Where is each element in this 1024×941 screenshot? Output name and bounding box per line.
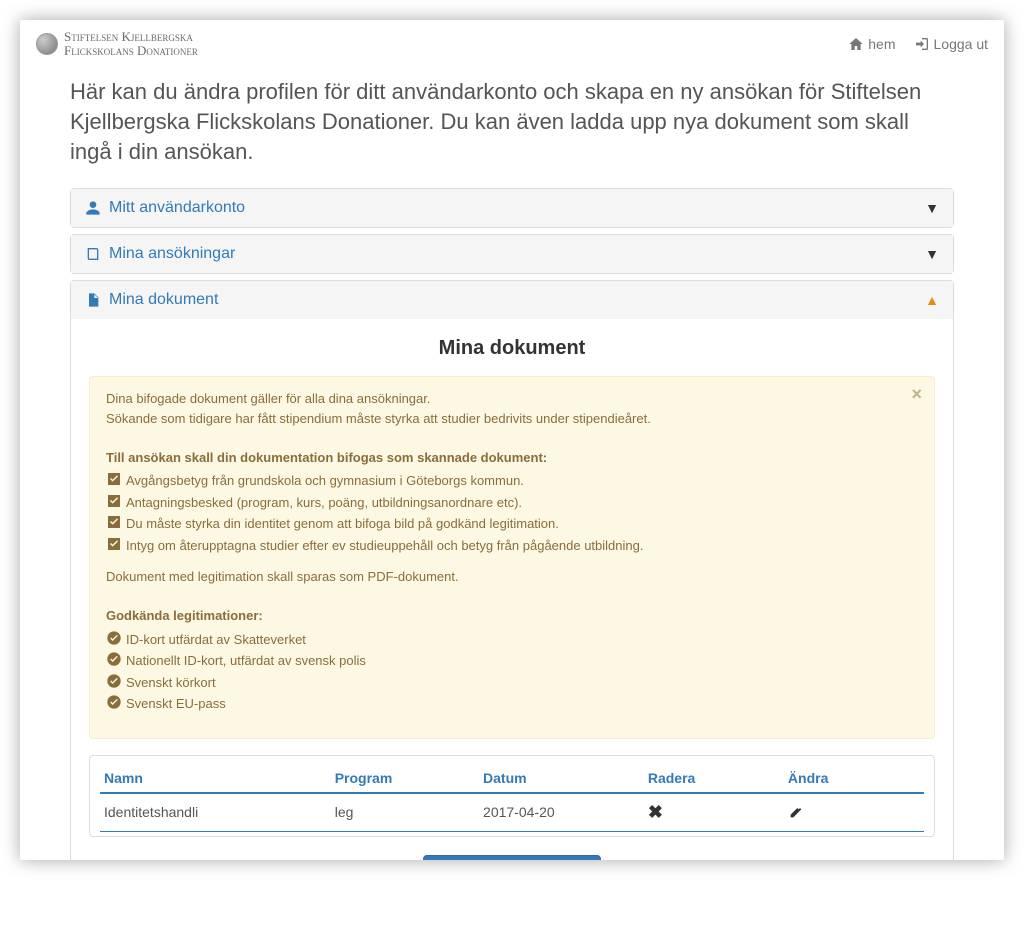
ok-icon bbox=[106, 694, 120, 714]
documents-table-wrap: Namn Program Datum Radera Ändra Identite… bbox=[89, 755, 935, 837]
nav-links: hem Logga ut bbox=[848, 36, 988, 52]
user-icon bbox=[85, 200, 101, 216]
col-date[interactable]: Datum bbox=[479, 764, 644, 793]
logout-icon bbox=[914, 36, 930, 52]
check-icon bbox=[106, 514, 120, 534]
panel-applications: Mina ansökningar ▼ bbox=[70, 234, 954, 274]
new-pdf-button[interactable]: Nytt PDF-dokument bbox=[423, 855, 601, 860]
col-program[interactable]: Program bbox=[331, 764, 479, 793]
doc-program: leg bbox=[331, 793, 479, 832]
ok-icon bbox=[106, 630, 120, 650]
alert-req-list: Avgångsbetyg från grundskola och gymnasi… bbox=[106, 471, 918, 555]
panel-documents-title: Mina dokument bbox=[109, 291, 218, 309]
brand: Stiftelsen Kjellbergska Flickskolans Don… bbox=[36, 30, 198, 57]
home-icon bbox=[848, 36, 864, 52]
alert-req-item: Intyg om återupptagna studier efter ev s… bbox=[106, 536, 918, 556]
topbar: Stiftelsen Kjellbergska Flickskolans Don… bbox=[20, 20, 1004, 63]
documents-section-title: Mina dokument bbox=[89, 337, 935, 360]
alert-id-item: ID-kort utfärdat av Skatteverket bbox=[106, 630, 918, 650]
doc-date: 2017-04-20 bbox=[479, 793, 644, 832]
book-icon bbox=[85, 246, 101, 262]
panel-documents-body: Mina dokument × Dina bifogade dokument g… bbox=[71, 319, 953, 860]
chevron-down-icon: ▼ bbox=[925, 246, 939, 262]
nav-logout-label: Logga ut bbox=[934, 36, 989, 52]
alert-req-item: Avgångsbetyg från grundskola och gymnasi… bbox=[106, 471, 918, 491]
table-header-row: Namn Program Datum Radera Ändra bbox=[100, 764, 924, 793]
brand-logo-icon bbox=[36, 33, 58, 55]
alert-intro2: Sökande som tidigare har fått stipendium… bbox=[106, 409, 918, 429]
panel-applications-title: Mina ansökningar bbox=[109, 245, 235, 263]
file-icon bbox=[85, 292, 101, 308]
edit-icon[interactable] bbox=[788, 802, 804, 822]
check-icon bbox=[106, 493, 120, 513]
chevron-up-icon: ▲ bbox=[925, 292, 939, 308]
panel-documents: Mina dokument ▲ Mina dokument × Dina bif… bbox=[70, 280, 954, 860]
table-row: Identitetshandli leg 2017-04-20 ✖ bbox=[100, 793, 924, 832]
brand-line2: Flickskolans Donationer bbox=[64, 43, 198, 58]
documents-info-alert: × Dina bifogade dokument gäller för alla… bbox=[89, 376, 935, 739]
brand-text: Stiftelsen Kjellbergska Flickskolans Don… bbox=[64, 30, 198, 57]
panel-applications-heading[interactable]: Mina ansökningar ▼ bbox=[71, 235, 953, 273]
panel-account-heading[interactable]: Mitt användarkonto ▼ bbox=[71, 189, 953, 227]
ok-icon bbox=[106, 673, 120, 693]
alert-req-heading: Till ansökan skall din dokumentation bif… bbox=[106, 450, 547, 465]
alert-id-list: ID-kort utfärdat av Skatteverket Natione… bbox=[106, 630, 918, 714]
panel-account: Mitt användarkonto ▼ bbox=[70, 188, 954, 228]
col-edit[interactable]: Ändra bbox=[784, 764, 924, 793]
col-delete[interactable]: Radera bbox=[644, 764, 784, 793]
alert-close-button[interactable]: × bbox=[911, 385, 922, 403]
documents-table: Namn Program Datum Radera Ändra Identite… bbox=[100, 764, 924, 832]
page-intro: Här kan du ändra profilen för ditt använ… bbox=[70, 77, 954, 166]
panel-account-title: Mitt användarkonto bbox=[109, 199, 245, 217]
check-icon bbox=[106, 536, 120, 556]
alert-id-item: Svenskt EU-pass bbox=[106, 694, 918, 714]
nav-home-label: hem bbox=[868, 36, 895, 52]
alert-req-item: Du måste styrka din identitet genom att … bbox=[106, 514, 918, 534]
alert-pdf-note: Dokument med legitimation skall sparas s… bbox=[106, 567, 918, 587]
alert-id-item: Svenskt körkort bbox=[106, 673, 918, 693]
col-name[interactable]: Namn bbox=[100, 764, 331, 793]
alert-id-item: Nationellt ID-kort, utfärdat av svensk p… bbox=[106, 651, 918, 671]
ok-icon bbox=[106, 651, 120, 671]
delete-icon[interactable]: ✖ bbox=[648, 802, 663, 822]
nav-logout[interactable]: Logga ut bbox=[914, 36, 989, 52]
alert-id-heading: Godkända legitimationer: bbox=[106, 608, 263, 623]
check-icon bbox=[106, 471, 120, 491]
doc-name-link[interactable]: Identitetshandli bbox=[100, 793, 331, 832]
nav-home[interactable]: hem bbox=[848, 36, 895, 52]
chevron-down-icon: ▼ bbox=[925, 200, 939, 216]
panel-documents-heading[interactable]: Mina dokument ▲ bbox=[71, 281, 953, 319]
alert-intro1: Dina bifogade dokument gäller för alla d… bbox=[106, 389, 918, 409]
alert-req-item: Antagningsbesked (program, kurs, poäng, … bbox=[106, 493, 918, 513]
